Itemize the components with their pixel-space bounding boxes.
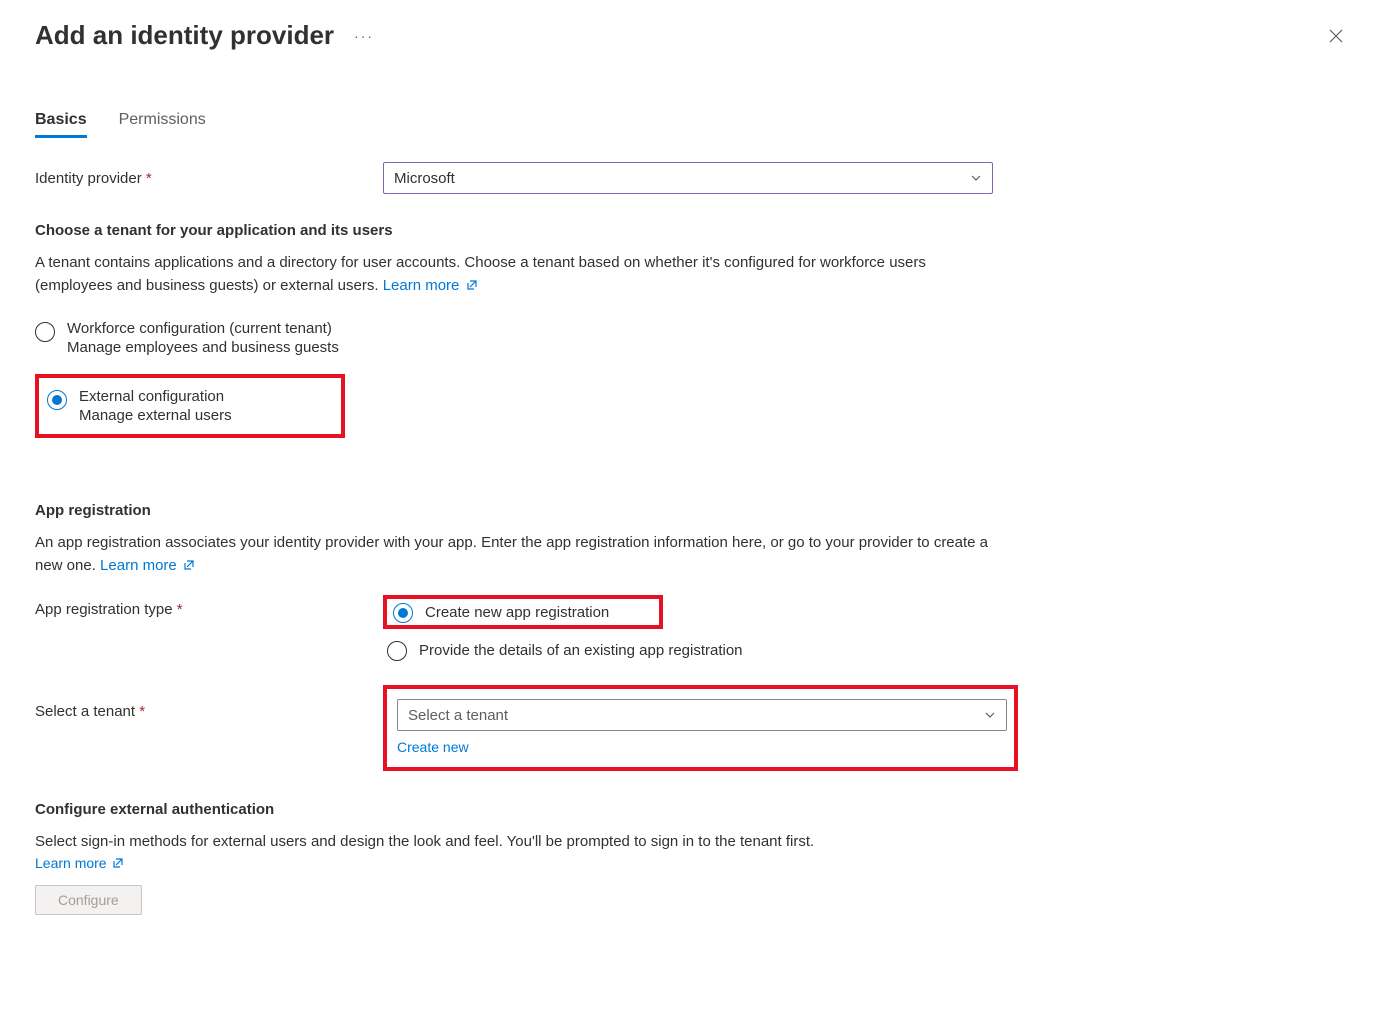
highlight-external-config: External configuration Manage external u… xyxy=(35,374,345,438)
configure-external-description: Select sign-in methods for external user… xyxy=(35,830,995,853)
radio-circle-selected xyxy=(47,390,67,410)
required-asterisk: * xyxy=(139,703,145,720)
app-registration-description: An app registration associates your iden… xyxy=(35,531,995,578)
close-icon xyxy=(1328,28,1344,44)
radio-existing-label: Provide the details of an existing app r… xyxy=(419,642,743,659)
required-asterisk: * xyxy=(146,170,152,187)
configure-external-section: Configure external authentication Select… xyxy=(35,801,1348,915)
identity-provider-value: Microsoft xyxy=(394,170,455,187)
create-new-tenant-link[interactable]: Create new xyxy=(397,739,469,755)
tenant-section-description: A tenant contains applications and a dir… xyxy=(35,251,995,298)
app-registration-title: App registration xyxy=(35,502,1348,519)
radio-workforce-text: Workforce configuration (current tenant)… xyxy=(67,320,339,356)
external-link-icon xyxy=(183,559,195,571)
radio-external-label: External configuration xyxy=(79,388,232,405)
tenant-learn-more-text: Learn more xyxy=(383,277,460,294)
tenant-section-desc-text: A tenant contains applications and a dir… xyxy=(35,254,926,294)
tab-basics[interactable]: Basics xyxy=(35,111,87,138)
external-link-icon xyxy=(112,857,124,869)
identity-provider-row: Identity provider * Microsoft xyxy=(35,162,1348,194)
more-icon[interactable]: ··· xyxy=(354,28,374,44)
required-asterisk: * xyxy=(177,601,183,618)
radio-workforce[interactable]: Workforce configuration (current tenant)… xyxy=(35,316,1348,360)
radio-circle-unselected xyxy=(35,322,55,342)
radio-external[interactable]: External configuration Manage external u… xyxy=(45,384,335,428)
select-tenant-label-text: Select a tenant xyxy=(35,703,135,720)
radio-dot xyxy=(398,608,408,618)
radio-circle-unselected xyxy=(387,641,407,661)
app-registration-section: App registration An app registration ass… xyxy=(35,502,1348,772)
select-tenant-row: Select a tenant * Select a tenant Create… xyxy=(35,685,1348,771)
tenant-section-title: Choose a tenant for your application and… xyxy=(35,222,1348,239)
chevron-down-icon xyxy=(984,709,996,721)
tenant-learn-more-link[interactable]: Learn more xyxy=(383,277,478,294)
tab-permissions[interactable]: Permissions xyxy=(119,111,206,138)
configure-external-learn-more-text: Learn more xyxy=(35,855,107,871)
radio-external-text: External configuration Manage external u… xyxy=(79,388,232,424)
highlight-select-tenant: Select a tenant Create new xyxy=(383,685,1018,771)
tenant-section: Choose a tenant for your application and… xyxy=(35,222,1348,438)
radio-circle-selected xyxy=(393,603,413,623)
app-registration-type-label-text: App registration type xyxy=(35,601,173,618)
configure-button[interactable]: Configure xyxy=(35,885,142,915)
configure-external-learn-more-link[interactable]: Learn more xyxy=(35,855,124,871)
app-registration-type-radios: Create new app registration Provide the … xyxy=(383,595,743,661)
page-header: Add an identity provider ··· xyxy=(35,20,1348,51)
highlight-create-new: Create new app registration xyxy=(383,595,663,629)
tabs: Basics Permissions xyxy=(35,111,1348,138)
identity-provider-select[interactable]: Microsoft xyxy=(383,162,993,194)
select-tenant-dropdown[interactable]: Select a tenant xyxy=(397,699,1007,731)
external-link-icon xyxy=(466,279,478,291)
app-registration-type-label: App registration type * xyxy=(35,595,383,618)
chevron-down-icon xyxy=(970,172,982,184)
select-tenant-placeholder: Select a tenant xyxy=(408,707,508,724)
tenant-radio-group: Workforce configuration (current tenant)… xyxy=(35,316,1348,438)
app-registration-learn-more-link[interactable]: Learn more xyxy=(100,557,195,574)
app-registration-type-row: App registration type * Create new app r… xyxy=(35,595,1348,661)
page-title: Add an identity provider xyxy=(35,20,334,51)
radio-create-new[interactable]: Create new app registration xyxy=(393,601,609,623)
header-left: Add an identity provider ··· xyxy=(35,20,374,51)
identity-provider-label-text: Identity provider xyxy=(35,170,142,187)
radio-dot xyxy=(52,395,62,405)
radio-workforce-sub: Manage employees and business guests xyxy=(67,339,339,356)
radio-workforce-label: Workforce configuration (current tenant) xyxy=(67,320,339,337)
radio-external-sub: Manage external users xyxy=(79,407,232,424)
identity-provider-label: Identity provider * xyxy=(35,170,383,187)
select-tenant-label: Select a tenant * xyxy=(35,685,383,720)
close-button[interactable] xyxy=(1324,24,1348,48)
radio-create-new-label: Create new app registration xyxy=(425,604,609,621)
app-registration-learn-more-text: Learn more xyxy=(100,557,177,574)
radio-existing[interactable]: Provide the details of an existing app r… xyxy=(387,639,743,661)
configure-external-title: Configure external authentication xyxy=(35,801,1348,818)
